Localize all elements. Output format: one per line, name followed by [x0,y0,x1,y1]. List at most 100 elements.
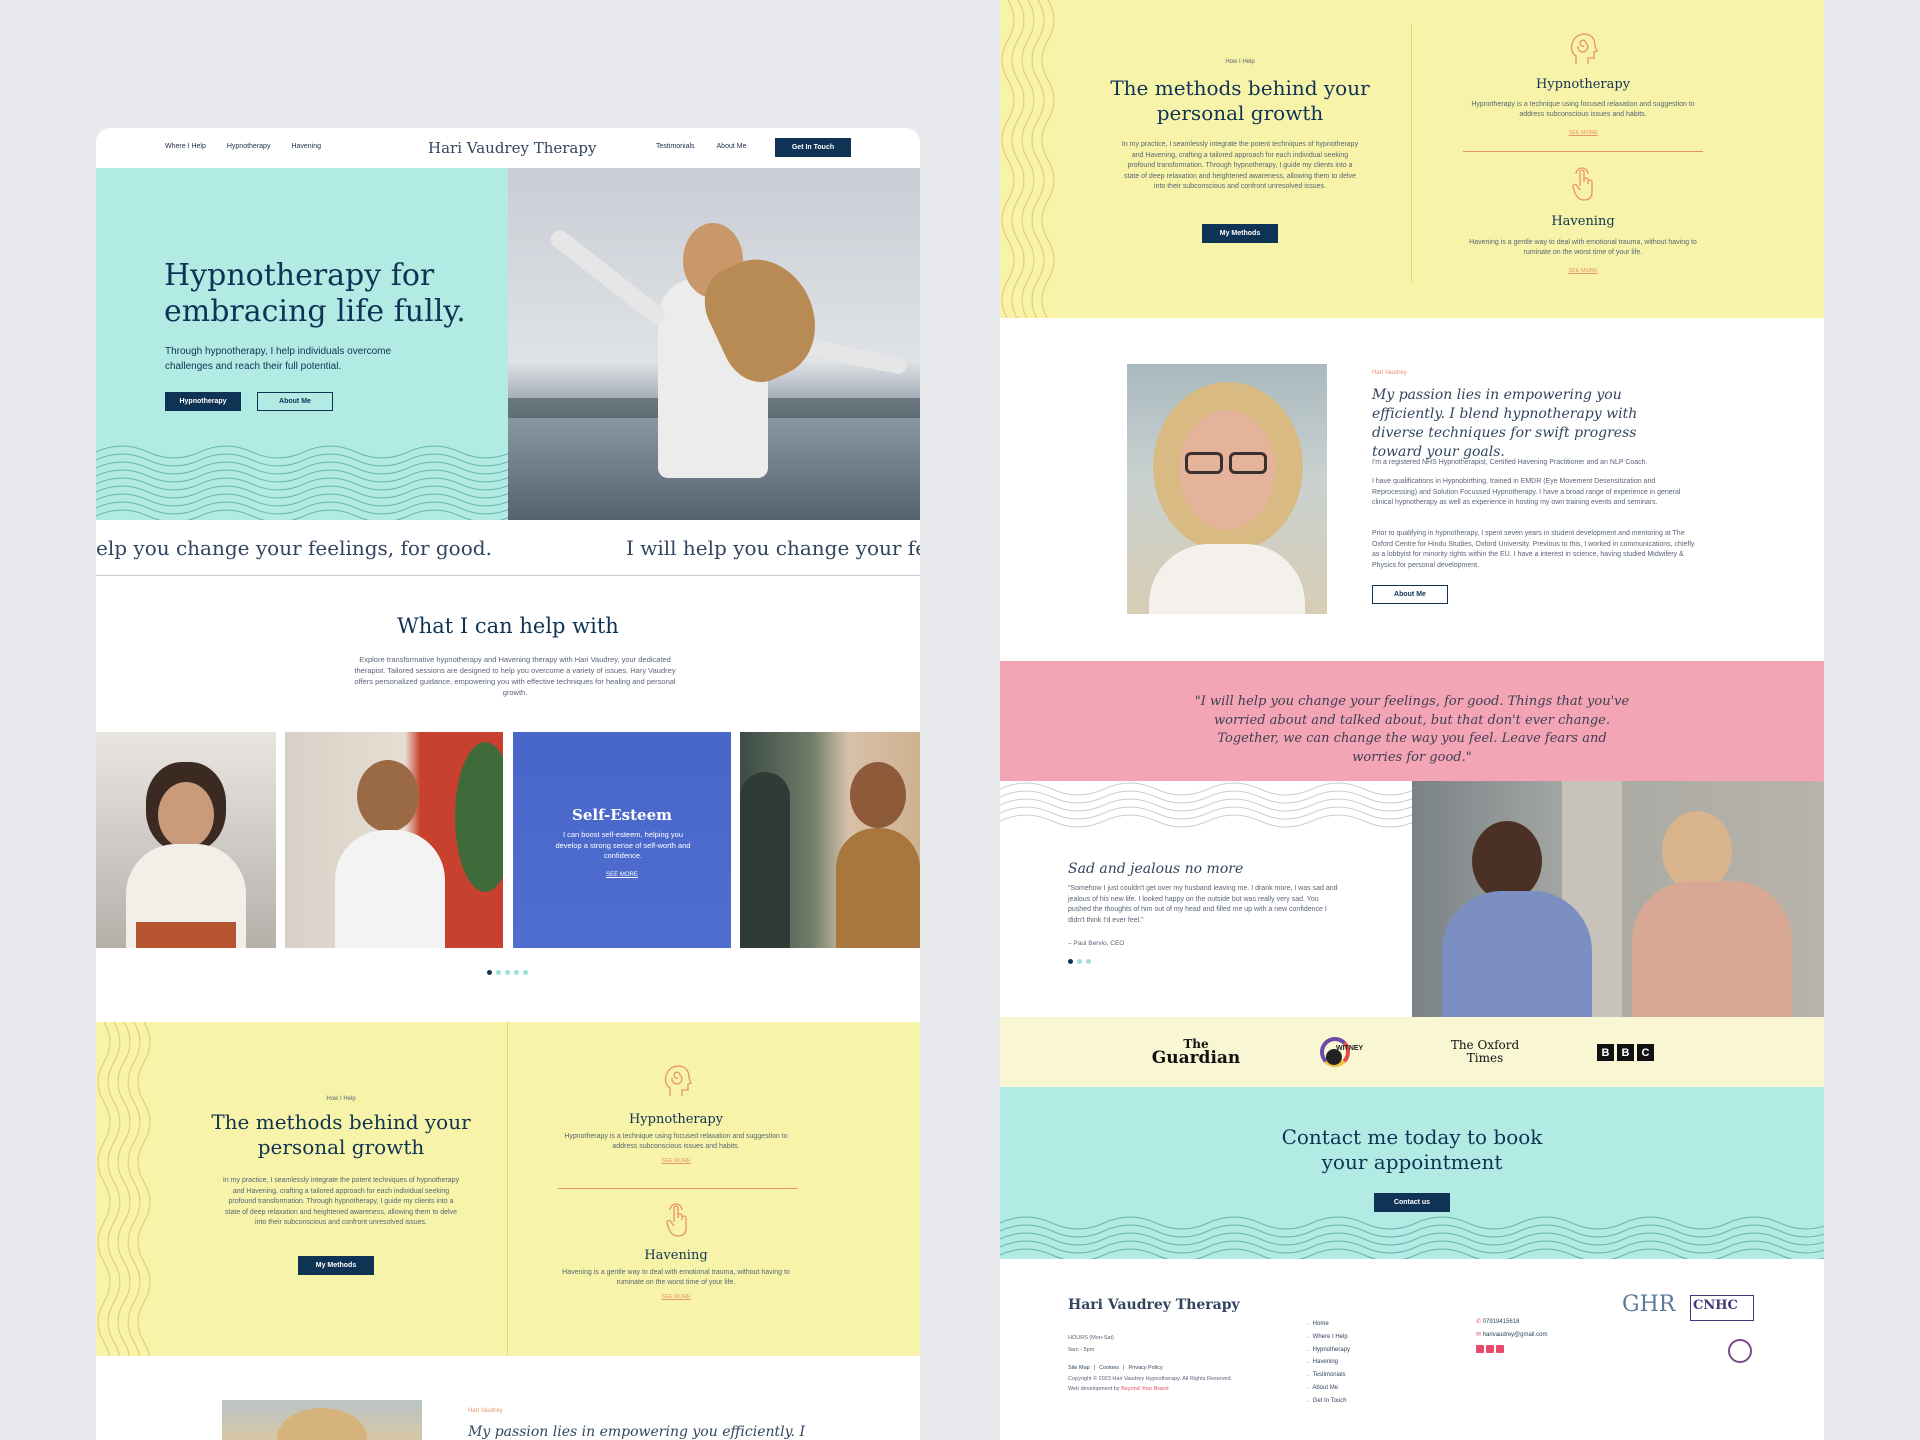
about-photo-peek [222,1400,422,1440]
nav-havening[interactable]: Havening [291,143,321,150]
method-hypnotherapy-see-more[interactable]: SEE MORE [1463,130,1703,136]
footer-menu-item[interactable]: → Home [1305,1318,1350,1331]
footer-menu-item[interactable]: → Get In Touch [1305,1395,1350,1408]
get-in-touch-button[interactable]: Get In Touch [775,138,851,157]
footer-menu-item[interactable]: → About Me [1305,1382,1350,1395]
head-spiral-icon [664,1065,692,1096]
nav-testimonials[interactable]: Testimonials [656,143,695,150]
testimonial-text: "Somehow I just couldn't get over my hus… [1068,885,1338,924]
footer-copyright: Copyright © 2023 Hari Vaudrey Hypnothera… [1068,1376,1233,1382]
testimonial-title: Sad and jealous no more [1068,861,1244,877]
footer-hours: 9am - 5pm [1068,1347,1095,1353]
card-see-more-link[interactable]: SEE MORE [513,872,731,878]
hero-hypnotherapy-button[interactable]: Hypnotherapy [165,392,241,411]
logo-witney: WITNEY [1314,1033,1366,1071]
methods-title: The methods behind your personal growth [1110,76,1370,125]
method-havening-desc: Havening is a gentle way to deal with em… [562,1269,790,1286]
footer-link-cookies[interactable]: Cookies [1099,1365,1119,1371]
my-methods-button[interactable]: My Methods [298,1256,374,1275]
about-title-peek: My passion lies in empowering you effici… [468,1424,806,1440]
logo-bbc: B B C [1597,1044,1654,1061]
cnhc-accreditation-logo: CNHC [1690,1295,1754,1321]
footer-phone[interactable]: ✆ 07919415618 [1476,1318,1519,1325]
contact-section: Contact me today to book your appointment… [1000,1087,1824,1259]
homepage-mockup-left: Where I Help Hypnotherapy Havening Hari … [96,128,920,1440]
footer-webdev-link[interactable]: Beyond Your Brand [1121,1386,1168,1392]
press-logos-bar: The Guardian WITNEY The Oxford Times B B … [1000,1017,1824,1087]
methods-eyebrow: How I Help [326,1096,356,1102]
method-havening-desc: Havening is a gentle way to deal with em… [1469,239,1697,256]
footer-menu-item[interactable]: → Hypnotherapy [1305,1344,1350,1357]
side-wave-pattern [1001,0,1055,318]
about-eyebrow-peek: Hari Vaudrey [468,1408,503,1414]
about-title: My passion lies in empowering you effici… [1372,387,1638,460]
carousel-card-man-smiling[interactable] [285,732,503,948]
hand-touch-icon [666,1203,687,1237]
mail-icon: ✉ [1476,1332,1483,1338]
my-methods-button[interactable]: My Methods [1202,224,1278,243]
contact-us-button[interactable]: Contact us [1374,1193,1450,1212]
footer-social-icons [1476,1345,1504,1353]
method-hypnotherapy-desc: Hypnotherapy is a technique using focuse… [1471,101,1695,118]
carousel-dots[interactable] [487,970,528,975]
method-hypnotherapy-desc: Hypnotherapy is a technique using focuse… [564,1133,788,1150]
hero-section: Hypnotherapy for embracing life fully. Th… [96,168,920,520]
methods-title: The methods behind your personal growth [211,1110,471,1159]
testimonial-section: Sad and jealous no more "Somehow I just … [1000,781,1824,1017]
homepage-mockup-right: How I Help The methods behind your person… [1000,0,1824,1440]
methods-description: In my practice, I seamlessly integrate t… [222,1177,460,1226]
footer-legal-links: Site Map | Cookies | Privacy Policy [1068,1365,1163,1371]
carousel-card-self-esteem[interactable]: Self-Esteem I can boost self-esteem, hel… [513,732,731,948]
footer-menu-item[interactable]: → Where I Help [1305,1331,1350,1344]
nav-hypnotherapy[interactable]: Hypnotherapy [227,143,271,150]
about-paragraph-3: Prior to qualifying in hypnotherapy, I s… [1372,530,1695,569]
footer-email[interactable]: ✉ harivaudrey@gmail.com [1476,1331,1547,1338]
testimonial-author: – Paul Bervio, CEO [1068,940,1125,947]
hero-subtitle: Through hypnotherapy, I help individuals… [165,346,392,372]
method-hypnotherapy-title: Hypnotherapy [628,1112,724,1127]
contact-title: Contact me today to book your appointment [1281,1125,1543,1174]
quote-banner: "I will help you change your feelings, f… [1000,661,1824,781]
hand-touch-icon [1572,167,1593,201]
footer-webdev: Web development by Beyond Your Brand [1068,1386,1169,1392]
about-paragraph-1: I'm a registered NHS Hypnotherapist, Cer… [1372,459,1648,466]
site-logo[interactable]: Hari Vaudrey Therapy [428,139,596,157]
footer-logo[interactable]: Hari Vaudrey Therapy [1068,1297,1240,1313]
quote-text: "I will help you change your feelings, f… [1194,694,1630,765]
method-havening-see-more[interactable]: SEE MORE [556,1294,796,1300]
about-me-button[interactable]: About Me [1372,585,1448,604]
help-carousel[interactable]: Self-Esteem I can boost self-esteem, hel… [96,732,920,948]
phone-icon: ✆ [1476,1319,1483,1325]
method-hypnotherapy-see-more[interactable]: SEE MORE [556,1158,796,1164]
method-havening-see-more[interactable]: SEE MORE [1463,268,1703,274]
testimonial-dots[interactable] [1068,959,1091,964]
carousel-card-women-talking[interactable] [740,732,920,948]
scrolling-ticker: elp you change your feelings, for good. … [96,520,920,576]
footer-menu-item[interactable]: → Havening [1305,1356,1350,1369]
about-paragraph-2: I have qualifications in Hypnobirthing, … [1372,478,1681,506]
card-title: Self-Esteem [572,806,672,824]
seal-logo [1728,1339,1752,1363]
hero-title: Hypnotherapy for embracing life fully. [164,258,466,329]
footer-link-site-map[interactable]: Site Map [1068,1365,1090,1371]
help-section-title: What I can help with [397,614,619,638]
portrait-photo-hari-vaudrey [1127,364,1327,614]
footer-menu-item[interactable]: → Testimonials [1305,1369,1350,1382]
footer-link-privacy[interactable]: Privacy Policy [1128,1365,1162,1371]
footer: Hari Vaudrey Therapy HOURS (Mon-Sat) 9am… [1000,1259,1824,1440]
youtube-icon[interactable] [1496,1345,1504,1353]
help-section-description: Explore transformative hypnotherapy and … [354,655,676,697]
methods-eyebrow: How I Help [1225,59,1255,65]
head-spiral-icon [1570,33,1598,64]
logo-oxford-times: The Oxford Times [1450,1038,1520,1065]
facebook-icon[interactable] [1486,1345,1494,1353]
card-description: I can boost self-esteem, helping you dev… [555,830,691,860]
wave-pattern [1000,1216,1824,1259]
linkedin-icon[interactable] [1476,1345,1484,1353]
carousel-card-woman-smiling[interactable] [96,732,276,948]
nav-about-me[interactable]: About Me [717,143,747,150]
methods-section-right: How I Help The methods behind your person… [1000,0,1824,318]
nav-where-i-help[interactable]: Where I Help [165,143,206,150]
method-hypnotherapy-title: Hypnotherapy [1535,77,1631,92]
hero-about-me-button[interactable]: About Me [257,392,333,411]
